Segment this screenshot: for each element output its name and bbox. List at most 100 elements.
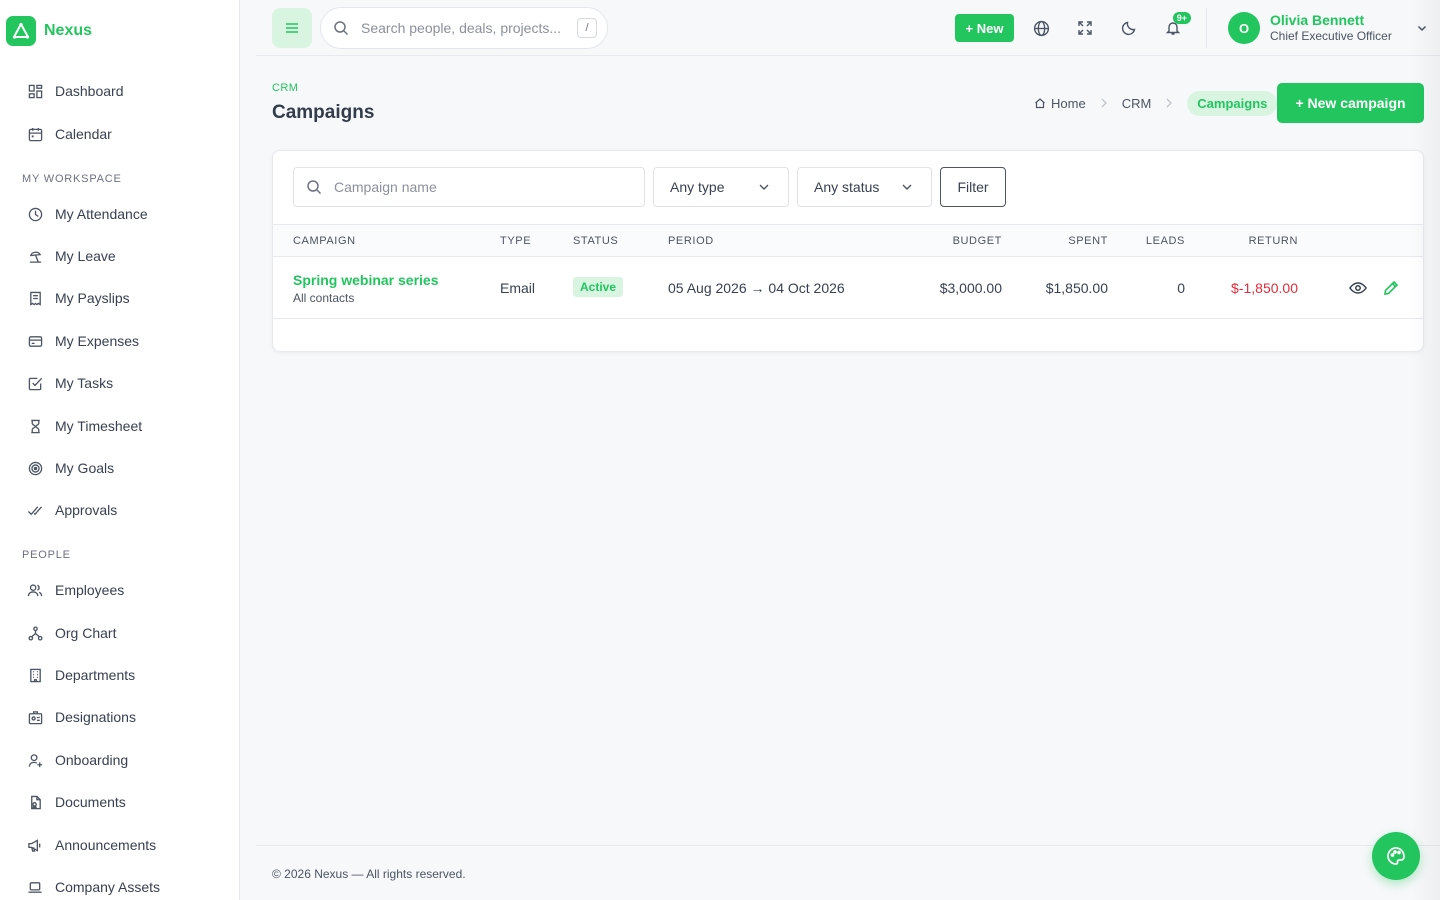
column-header-status[interactable]: STATUS bbox=[573, 235, 618, 247]
new-button[interactable]: + New bbox=[955, 14, 1014, 42]
sidebar-item-my-payslips[interactable]: My Payslips bbox=[0, 280, 239, 316]
language-button[interactable] bbox=[1021, 8, 1061, 48]
column-header-type[interactable]: TYPE bbox=[500, 235, 531, 247]
hamburger-icon bbox=[286, 23, 298, 33]
megaphone-icon bbox=[27, 837, 43, 853]
campaign-name-input[interactable] bbox=[334, 179, 634, 195]
building-icon bbox=[27, 667, 43, 683]
campaign-leads: 0 bbox=[1177, 280, 1185, 296]
view-button[interactable] bbox=[1348, 278, 1368, 298]
type-select[interactable]: Any type bbox=[653, 167, 789, 207]
search-shortcut-key: / bbox=[577, 18, 597, 38]
sidebar-item-announcements[interactable]: Announcements bbox=[0, 827, 239, 863]
global-search-input[interactable] bbox=[361, 20, 561, 36]
sidebar-item-onboarding[interactable]: Onboarding bbox=[0, 742, 239, 778]
sidebar-item-label: Company Assets bbox=[55, 879, 161, 895]
sidebar-item-documents[interactable]: Documents bbox=[0, 784, 239, 820]
sidebar-item-my-goals[interactable]: My Goals bbox=[0, 450, 239, 486]
campaigns-card: Any type Any status Filter CAMPAIGN TYPE… bbox=[272, 150, 1424, 352]
sidebar-item-label: Dashboard bbox=[55, 83, 124, 99]
table-row: Spring webinar series All contacts Email… bbox=[273, 257, 1423, 319]
pencil-icon bbox=[1384, 280, 1399, 295]
target-icon bbox=[27, 460, 43, 476]
edit-button[interactable] bbox=[1381, 278, 1401, 298]
sidebar-item-my-timesheet[interactable]: My Timesheet bbox=[0, 408, 239, 444]
breadcrumb-home[interactable]: Home bbox=[1034, 96, 1086, 111]
user-menu[interactable]: O Olivia Bennett Chief Executive Officer bbox=[1228, 12, 1428, 44]
hierarchy-icon bbox=[27, 625, 43, 641]
sidebar-item-my-leave[interactable]: My Leave bbox=[0, 238, 239, 274]
eye-icon bbox=[1349, 282, 1367, 294]
sidebar-item-label: My Goals bbox=[55, 460, 115, 476]
top-bar: / + New 9+ O Olivia Bennett Chief Execut… bbox=[256, 0, 1440, 56]
theme-toggle-button[interactable] bbox=[1109, 8, 1149, 48]
sidebar-item-approvals[interactable]: Approvals bbox=[0, 492, 239, 528]
footer: © 2026 Nexus — All rights reserved. bbox=[256, 845, 1440, 900]
chevron-down-icon bbox=[759, 184, 769, 190]
brand[interactable]: Nexus bbox=[0, 0, 239, 62]
copyright: © 2026 Nexus — All rights reserved. bbox=[272, 867, 466, 881]
sidebar-item-employees[interactable]: Employees bbox=[0, 572, 239, 608]
sidebar-item-my-attendance[interactable]: My Attendance bbox=[0, 196, 239, 232]
sidebar-item-label: Designations bbox=[55, 709, 136, 725]
sidebar-item-dashboard[interactable]: Dashboard bbox=[0, 73, 239, 109]
hourglass-icon bbox=[27, 418, 43, 434]
campaign-return: $-1,850.00 bbox=[1231, 280, 1298, 296]
notifications-button[interactable]: 9+ bbox=[1153, 8, 1193, 48]
global-search[interactable]: / bbox=[320, 7, 608, 49]
laptop-icon bbox=[27, 879, 43, 895]
sidebar-item-label: My Payslips bbox=[55, 290, 130, 306]
campaign-name-link[interactable]: Spring webinar series bbox=[293, 272, 439, 288]
campaign-period: 05 Aug 2026 → 04 Oct 2026 bbox=[668, 280, 845, 296]
section-title-my-workspace: MY WORKSPACE bbox=[22, 173, 122, 185]
sidebar-item-label: My Attendance bbox=[55, 206, 148, 222]
campaign-search[interactable] bbox=[293, 167, 645, 207]
sidebar-item-label: Onboarding bbox=[55, 752, 129, 768]
column-header-campaign[interactable]: CAMPAIGN bbox=[293, 235, 356, 247]
campaign-cell: Spring webinar series All contacts bbox=[293, 272, 439, 305]
filter-button[interactable]: Filter bbox=[940, 167, 1006, 207]
column-header-leads[interactable]: LEADS bbox=[1146, 235, 1185, 247]
sidebar-item-designations[interactable]: Designations bbox=[0, 699, 239, 735]
sidebar-item-departments[interactable]: Departments bbox=[0, 657, 239, 693]
breadcrumb: Home CRM Campaigns bbox=[1034, 90, 1278, 116]
sidebar-item-org-chart[interactable]: Org Chart bbox=[0, 615, 239, 651]
sidebar-item-label: Employees bbox=[55, 582, 125, 598]
search-icon bbox=[334, 21, 349, 36]
chevron-down-icon bbox=[902, 184, 912, 190]
globe-icon bbox=[1033, 20, 1049, 36]
avatar: O bbox=[1228, 12, 1260, 44]
section-title-people: PEOPLE bbox=[22, 549, 71, 561]
sidebar-item-label: My Leave bbox=[55, 248, 116, 264]
sidebar-item-company-assets[interactable]: Company Assets bbox=[0, 869, 239, 900]
user-role: Chief Executive Officer bbox=[1270, 29, 1392, 43]
column-header-period[interactable]: PERIOD bbox=[668, 235, 714, 247]
theme-customizer-button[interactable] bbox=[1372, 832, 1420, 880]
column-header-budget[interactable]: BUDGET bbox=[953, 235, 1002, 247]
campaign-budget: $3,000.00 bbox=[939, 280, 1002, 296]
sidebar-item-my-expenses[interactable]: My Expenses bbox=[0, 323, 239, 359]
sidebar-item-label: My Timesheet bbox=[55, 418, 143, 434]
column-header-spent[interactable]: SPENT bbox=[1068, 235, 1108, 247]
status-select[interactable]: Any status bbox=[797, 167, 932, 207]
campaign-audience: All contacts bbox=[293, 291, 355, 305]
breadcrumb-current: Campaigns bbox=[1187, 90, 1278, 116]
table-header: CAMPAIGN TYPE STATUS PERIOD BUDGET SPENT… bbox=[273, 225, 1423, 257]
user-name: Olivia Bennett bbox=[1270, 12, 1365, 28]
chevron-right-icon bbox=[1100, 96, 1108, 111]
breadcrumb-crm[interactable]: CRM bbox=[1122, 96, 1152, 111]
column-header-return[interactable]: RETURN bbox=[1249, 235, 1298, 247]
page-title: Campaigns bbox=[272, 102, 375, 123]
status-select-value: Any status bbox=[814, 179, 880, 195]
menu-toggle-button[interactable] bbox=[272, 8, 312, 48]
dashboard-icon bbox=[27, 83, 43, 99]
home-icon bbox=[1035, 98, 1045, 109]
fullscreen-button[interactable] bbox=[1065, 8, 1105, 48]
sidebar-item-calendar[interactable]: Calendar bbox=[0, 116, 239, 152]
status-badge: Active bbox=[573, 277, 624, 297]
calendar-icon bbox=[27, 126, 43, 142]
new-campaign-button[interactable]: + New campaign bbox=[1277, 83, 1424, 123]
chevron-down-icon bbox=[1417, 25, 1426, 32]
sidebar-item-my-tasks[interactable]: My Tasks bbox=[0, 365, 239, 401]
search-icon bbox=[307, 180, 322, 195]
